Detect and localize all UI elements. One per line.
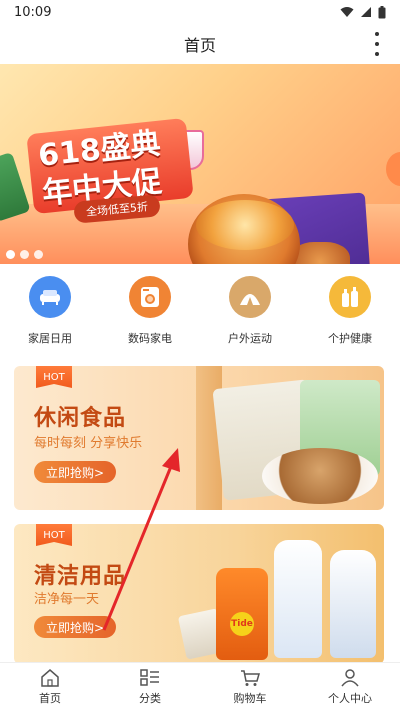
- tab-home[interactable]: 首页: [10, 669, 90, 706]
- sofa-icon: [29, 276, 71, 318]
- tab-cart[interactable]: 购物车: [210, 669, 290, 706]
- banner-green-pack-image: [0, 151, 31, 223]
- category-personal-care[interactable]: 个护健康: [310, 272, 390, 352]
- promo-detergent-logo: Tide: [230, 612, 254, 636]
- tab-label: 个人中心: [328, 692, 372, 705]
- promo-bodywash-image: [330, 550, 376, 658]
- category-label: 户外运动: [228, 332, 272, 345]
- battery-icon: [378, 5, 386, 18]
- category-label: 个护健康: [328, 332, 372, 345]
- carousel-dot[interactable]: [20, 250, 29, 259]
- tab-profile[interactable]: 个人中心: [310, 669, 390, 706]
- carousel-dots: [6, 250, 43, 259]
- wifi-icon: [340, 7, 354, 17]
- promo-banner[interactable]: 618盛典 年中大促 全场低至5折: [0, 64, 400, 264]
- washer-icon: [129, 276, 171, 318]
- promo-subtitle: 每时每刻 分享快乐: [34, 436, 143, 451]
- tab-label: 首页: [39, 692, 61, 705]
- carousel-dot[interactable]: [6, 250, 15, 259]
- category-label: 家居日用: [28, 332, 72, 345]
- status-icons: [340, 5, 386, 19]
- bottles-icon: [329, 276, 371, 318]
- banner-balloon-image: [386, 152, 400, 186]
- status-bar: 10:09: [0, 0, 400, 24]
- more-vertical-icon[interactable]: [372, 32, 382, 56]
- category-label: 数码家电: [128, 332, 172, 345]
- tab-label: 分类: [139, 692, 161, 705]
- category-icon: [140, 669, 159, 686]
- page-title: 首页: [183, 36, 216, 55]
- category-outdoor-sports[interactable]: 户外运动: [210, 272, 290, 352]
- promo-buy-button[interactable]: 立即抢购>: [34, 616, 117, 638]
- category-grid: 家居日用 数码家电 户外运动 个护健康: [0, 272, 400, 352]
- tent-icon: [229, 276, 271, 318]
- category-home-daily[interactable]: 家居日用: [10, 272, 90, 352]
- status-time: 10:09: [14, 4, 52, 20]
- user-icon: [341, 669, 359, 687]
- promo-nut-plate-image: [262, 448, 378, 504]
- signal-icon: [361, 7, 371, 17]
- app-header: 首页: [0, 24, 400, 64]
- cart-icon: [241, 670, 260, 686]
- promo-shampoo-image: [274, 540, 322, 658]
- category-digital-appliance[interactable]: 数码家电: [110, 272, 190, 352]
- tab-category[interactable]: 分类: [110, 669, 190, 706]
- banner-bowl-noodles-image: [196, 200, 294, 250]
- tab-label: 购物车: [233, 692, 267, 705]
- promo-buy-button[interactable]: 立即抢购>: [34, 461, 117, 483]
- bottom-tab-bar: 首页 分类 购物车 个人中心: [0, 662, 400, 712]
- promo-subtitle: 洁净每一天: [34, 592, 100, 607]
- carousel-dot[interactable]: [34, 250, 43, 259]
- promo-title: 清洁用品: [34, 564, 127, 589]
- home-icon: [41, 669, 59, 687]
- promo-title: 休闲食品: [34, 406, 127, 431]
